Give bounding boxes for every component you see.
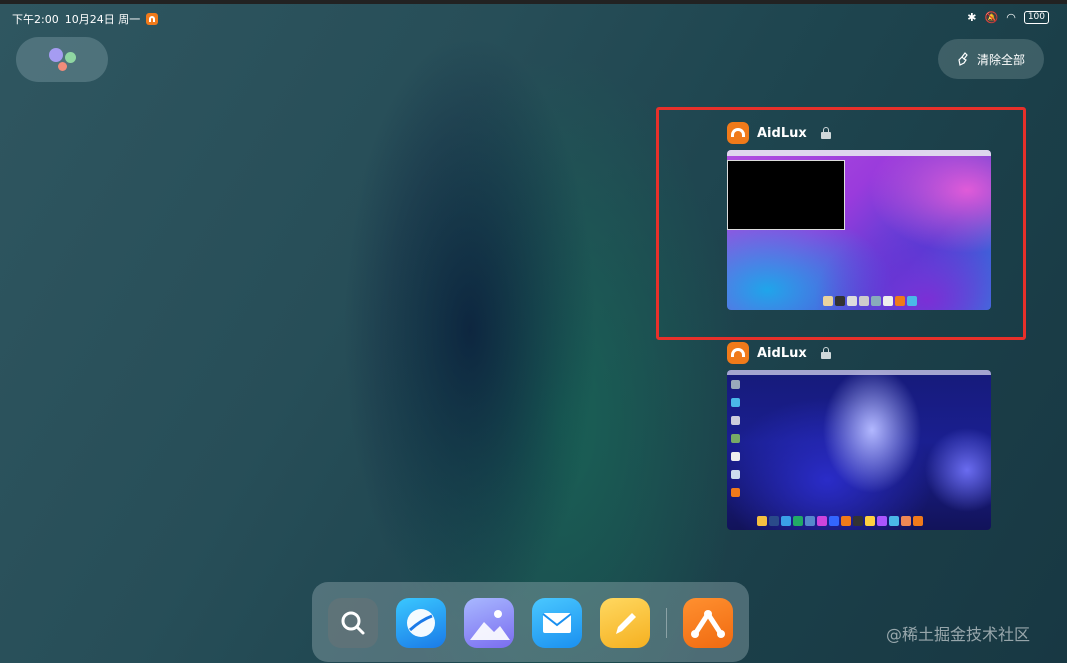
recent-app-card-2[interactable]: AidLux xyxy=(727,341,991,530)
status-bar-left: 下午2:00 10月24日 周一 xyxy=(12,11,159,27)
aidlux-icon xyxy=(727,342,749,364)
selection-highlight xyxy=(656,107,1026,340)
broom-icon xyxy=(958,52,968,66)
browser-icon[interactable] xyxy=(396,598,446,648)
assistant-dot-purple xyxy=(49,48,63,62)
clear-all-button[interactable]: 清除全部 xyxy=(938,39,1044,79)
assistant-dot-green xyxy=(65,52,76,63)
app-name: AidLux xyxy=(757,345,807,361)
top-edge xyxy=(0,0,1067,4)
lock-icon[interactable] xyxy=(820,347,831,359)
preview-top-bar xyxy=(727,370,991,375)
app-preview-thumbnail[interactable] xyxy=(727,370,991,530)
aidlux-icon[interactable] xyxy=(683,598,733,648)
preview-dock xyxy=(757,516,923,528)
gallery-icon[interactable] xyxy=(464,598,514,648)
battery-icon: 100 xyxy=(1023,11,1049,24)
watermark: @稀土掘金技术社区 xyxy=(886,625,1031,644)
dock-divider xyxy=(666,608,667,638)
wifi-icon: ◠ xyxy=(1006,11,1016,24)
dock xyxy=(312,582,749,662)
card-header: AidLux xyxy=(727,341,991,365)
assistant-dot-orange xyxy=(58,62,67,71)
status-bar-right: ✱ 🔕 ◠ 100 xyxy=(967,11,1049,24)
clear-all-label: 清除全部 xyxy=(976,52,1025,67)
status-date: 10月24日 周一 xyxy=(64,13,141,26)
status-time: 下午2:00 xyxy=(12,13,59,26)
notes-icon[interactable] xyxy=(600,598,650,648)
assistant-button[interactable] xyxy=(16,37,108,82)
mail-icon[interactable] xyxy=(532,598,582,648)
bluetooth-icon: ✱ xyxy=(967,11,977,24)
preview-desktop-icons xyxy=(731,380,740,497)
mute-icon: 🔕 xyxy=(984,11,999,24)
search-icon[interactable] xyxy=(328,598,378,648)
aidlux-notification-icon xyxy=(146,13,159,25)
